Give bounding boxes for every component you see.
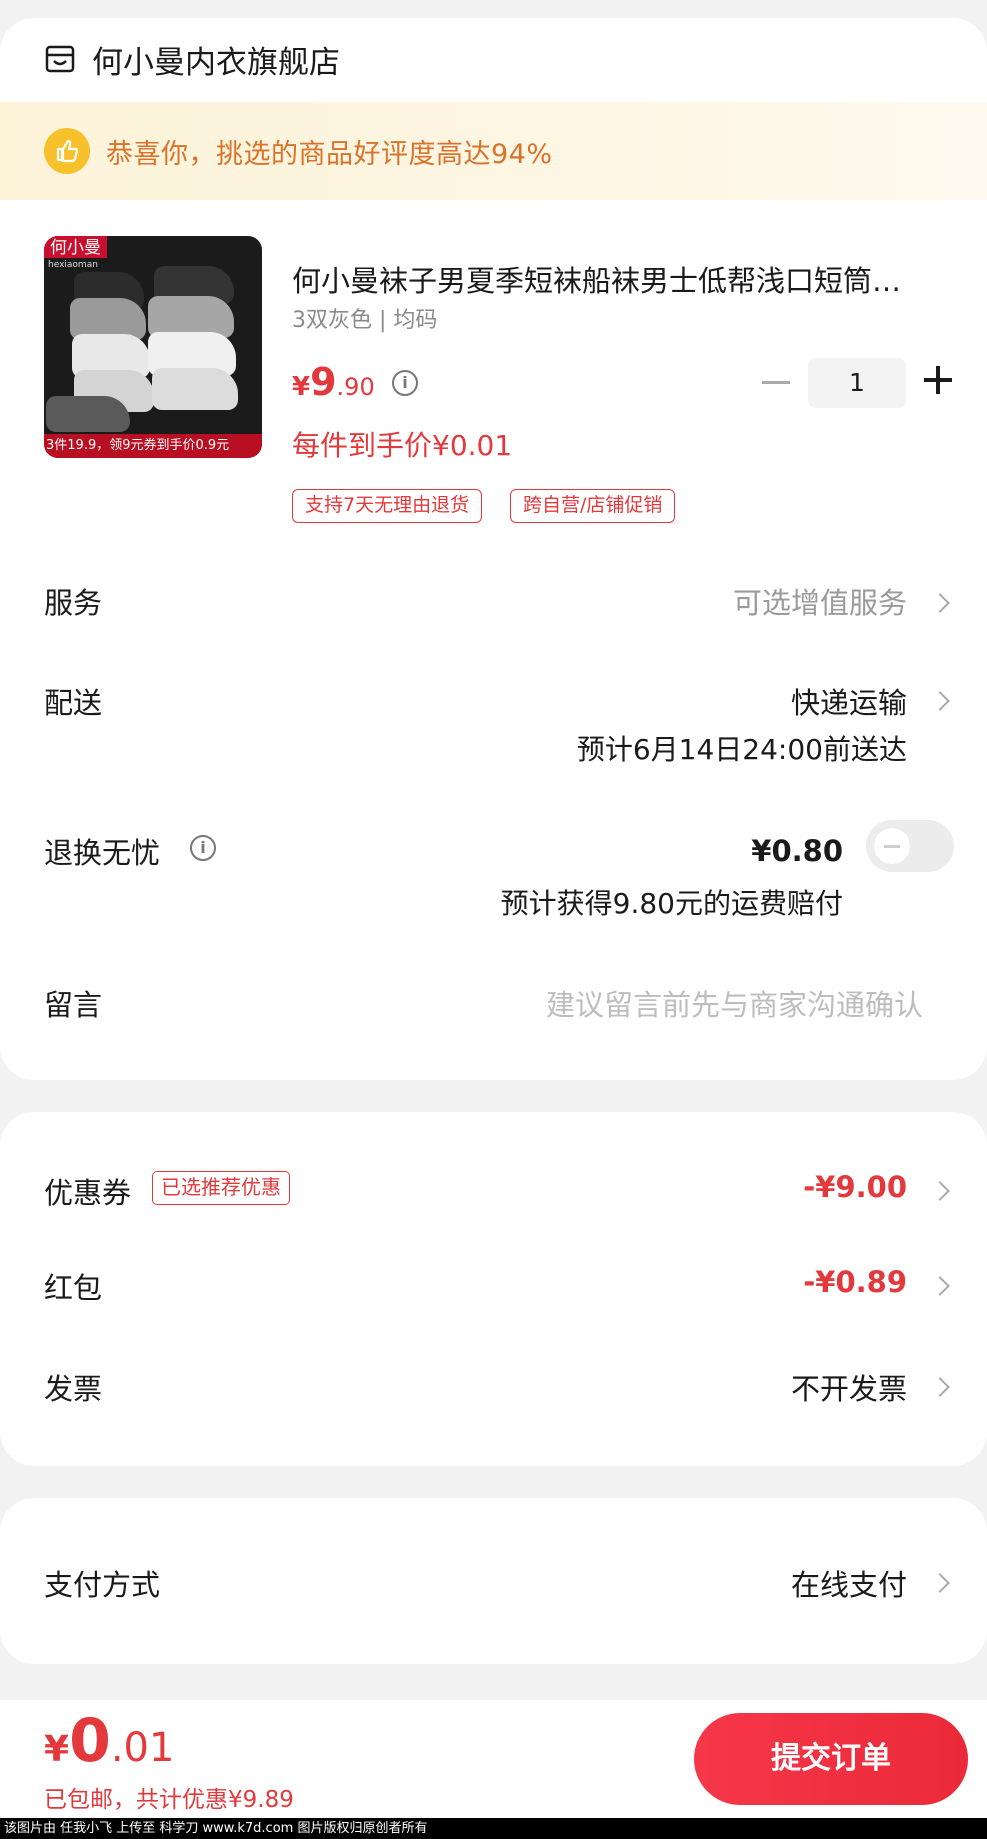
service-value[interactable]: 可选增值服务 [733,580,907,622]
coupon-label: 优惠券 [44,1176,132,1210]
total-note: 已包邮，共计优惠¥9.89 [44,1787,294,1813]
red-packet-value[interactable]: -¥0.89 [803,1265,907,1299]
delivery-label: 配送 [44,686,103,720]
watermark: 该图片由 任我小飞 上传至 科学刀 www.k7d.com 图片版权归原创者所有 [0,1818,987,1839]
message-label: 留言 [44,988,103,1022]
product-price: ¥ 9 .90 [292,360,375,404]
price-decimal: .90 [336,373,375,401]
invoice-label: 发票 [44,1372,103,1406]
total-integer: 0 [69,1706,111,1776]
total-symbol: ¥ [44,1729,70,1770]
tag-promotion: 跨自营/店铺促销 [510,489,676,523]
return-label: 退换无忧 [44,836,161,870]
quantity-increase-button[interactable] [924,366,952,394]
quantity-decrease-button[interactable] [762,381,790,384]
payment-label: 支付方式 [44,1568,161,1602]
submit-order-button[interactable]: 提交订单 [694,1713,968,1805]
message-input[interactable]: 建议留言前先与商家沟通确认 [546,982,923,1024]
return-toggle[interactable] [866,820,954,872]
payment-value[interactable]: 在线支付 [791,1562,907,1604]
coupon-tag: 已选推荐优惠 [152,1171,290,1205]
per-item-price: 每件到手价¥0.01 [292,429,513,462]
price-symbol: ¥ [292,372,311,402]
quantity-input[interactable]: 1 [808,358,906,408]
store-name: 何小曼内衣旗舰店 [92,44,340,81]
product-image-brand: 何小曼 [44,236,107,258]
service-label: 服务 [44,586,103,620]
return-price: ¥0.80 [751,834,843,868]
toggle-knob [874,828,910,864]
total-price: ¥ 0 .01 [44,1706,174,1776]
return-info-icon[interactable]: i [190,835,216,861]
product-image-promo: 3件19.9，领9元券到手价0.9元 [44,434,262,458]
thumbs-up-icon [44,128,90,174]
product-image-brand-sub: hexiaoman [48,260,98,270]
price-integer: 9 [310,360,337,404]
rating-banner: 恭喜你，挑选的商品好评度高达94% [0,102,987,200]
invoice-value[interactable]: 不开发票 [791,1366,907,1408]
rating-banner-text: 恭喜你，挑选的商品好评度高达94% [106,138,553,170]
coupon-value[interactable]: -¥9.00 [803,1170,907,1204]
store-header[interactable]: 何小曼内衣旗舰店 [44,30,340,88]
delivery-eta: 预计6月14日24:00前送达 [576,733,907,766]
red-packet-label: 红包 [44,1271,103,1305]
price-info-icon[interactable]: i [392,370,418,396]
store-icon [45,45,75,73]
delivery-value[interactable]: 快递运输 [791,680,907,722]
product-image[interactable]: 何小曼 hexiaoman 3件19.9，领9元券到手价0.9元 [44,236,262,458]
return-note: 预计获得9.80元的运费赔付 [500,887,843,920]
product-sku[interactable]: 3双灰色 | 均码 [292,302,437,334]
total-decimal: .01 [110,1725,175,1771]
tag-7day-return: 支持7天无理由退货 [292,489,483,523]
product-title[interactable]: 何小曼袜子男夏季短袜船袜男士低帮浅口短筒… [292,258,952,300]
